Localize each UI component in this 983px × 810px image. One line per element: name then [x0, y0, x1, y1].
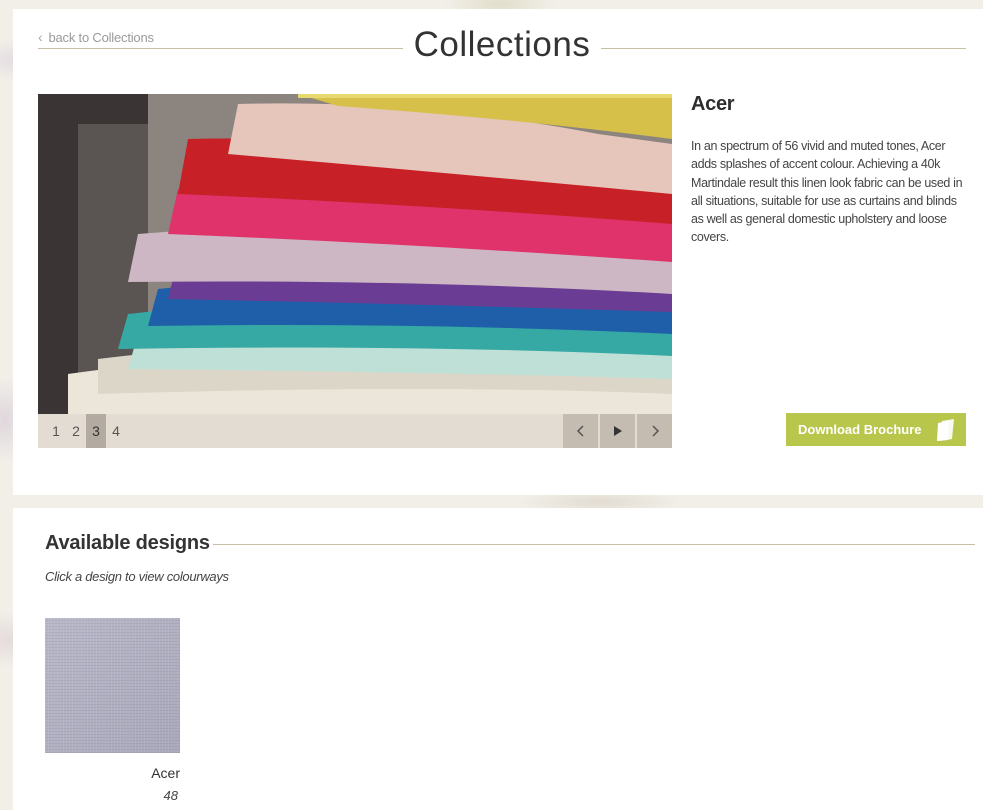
- fabric-stack-illustration: [38, 94, 672, 414]
- play-icon: [613, 426, 622, 436]
- slideshow: 1 2 3 4: [38, 94, 672, 448]
- slide-page-4[interactable]: 4: [106, 414, 126, 448]
- back-link-label: back to Collections: [48, 29, 154, 45]
- page-title: Collections: [413, 25, 591, 64]
- chevron-left-icon: ‹: [38, 29, 43, 45]
- collection-name: Acer: [691, 93, 735, 115]
- chevron-left-icon: [576, 425, 584, 437]
- slide-page-2[interactable]: 2: [66, 414, 86, 448]
- slideshow-image[interactable]: [38, 94, 672, 414]
- title-divider-left: [38, 48, 403, 49]
- download-brochure-button[interactable]: Download Brochure: [786, 413, 966, 446]
- slideshow-pagination: 1 2 3 4: [46, 414, 126, 448]
- available-designs-panel: Available designs Click a design to view…: [13, 508, 983, 810]
- slide-page-3[interactable]: 3: [86, 414, 106, 448]
- slide-page-1[interactable]: 1: [46, 414, 66, 448]
- slideshow-prev-button[interactable]: [563, 414, 598, 448]
- collection-panel: ‹ back to Collections Collections 1 2 3 …: [13, 9, 983, 495]
- design-colourway-count: 48: [163, 788, 178, 803]
- design-name[interactable]: Acer: [151, 765, 180, 781]
- title-divider-right: [601, 48, 966, 49]
- slideshow-controls: 1 2 3 4: [38, 414, 672, 448]
- slideshow-next-button[interactable]: [637, 414, 672, 448]
- section-divider: [213, 544, 975, 545]
- back-to-collections-link[interactable]: ‹ back to Collections: [38, 29, 154, 45]
- design-swatch[interactable]: [45, 618, 180, 753]
- download-brochure-label: Download Brochure: [798, 422, 922, 437]
- collection-description: In an spectrum of 56 vivid and muted ton…: [691, 139, 963, 245]
- chevron-right-icon: [651, 425, 659, 437]
- available-designs-hint: Click a design to view colourways: [45, 569, 229, 584]
- slideshow-play-button[interactable]: [600, 414, 635, 448]
- document-icon: [937, 419, 954, 441]
- design-card[interactable]: Acer 48: [45, 618, 180, 808]
- available-designs-title: Available designs: [45, 532, 210, 554]
